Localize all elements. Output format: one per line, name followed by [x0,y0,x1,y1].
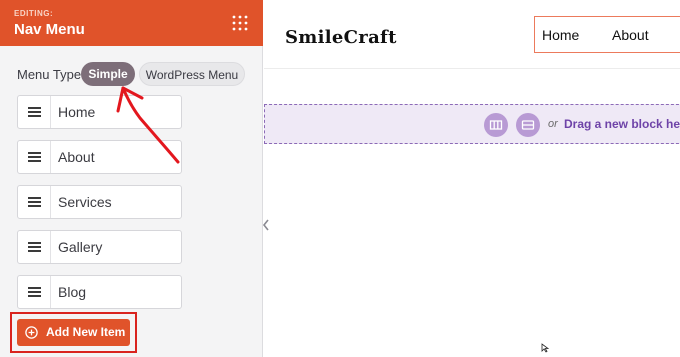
nav-item-services[interactable]: Services [17,185,182,219]
columns-icon[interactable] [484,113,508,137]
sidebar-panel: EDITING: Nav Menu Menu Type Simple WordP… [0,0,263,357]
nav-item-label: Gallery [58,239,103,255]
grid-dots-icon[interactable] [232,15,248,31]
nav-item-blog[interactable]: Blog [17,275,182,309]
preview-nav-home[interactable]: Home [542,27,579,43]
nav-item-label: Services [58,194,112,210]
hamburger-icon[interactable] [18,231,51,263]
chevron-left-icon[interactable] [259,213,272,237]
header-divider [264,68,680,69]
menu-type-label: Menu Type [17,67,82,82]
nav-item-label: About [58,149,95,165]
section-icon[interactable] [516,113,540,137]
plus-circle-icon [25,326,38,339]
hamburger-icon[interactable] [18,141,51,173]
panel-title: Nav Menu [14,21,85,38]
block-drop-zone[interactable]: or Drag a new block here [264,104,680,144]
nav-item-label: Home [58,104,96,120]
add-new-item-button[interactable]: Add New Item [17,319,130,346]
sidebar-header: EDITING: Nav Menu [0,0,263,46]
nav-item-about[interactable]: About [17,140,182,174]
nav-item-label: Blog [58,284,87,300]
nav-item-home[interactable]: Home [17,95,182,129]
menu-type-simple-option[interactable]: Simple [81,62,135,86]
add-new-item-label: Add New Item [46,325,126,339]
hamburger-icon[interactable] [18,96,51,128]
site-brand: SmileCraft [285,27,397,48]
cursor-icon [541,343,550,353]
add-item-highlight: Add New Item [10,312,137,353]
preview-nav-menu[interactable]: Home About [534,16,680,53]
drag-block-link[interactable]: Drag a new block here [564,117,680,131]
nav-item-gallery[interactable]: Gallery [17,230,182,264]
drop-zone-or: or [548,118,558,130]
editing-label: EDITING: [14,9,54,18]
menu-type-wordpress-option[interactable]: WordPress Menu [139,62,245,86]
preview-nav-about[interactable]: About [612,27,649,43]
hamburger-icon[interactable] [18,276,51,308]
hamburger-icon[interactable] [18,186,51,218]
